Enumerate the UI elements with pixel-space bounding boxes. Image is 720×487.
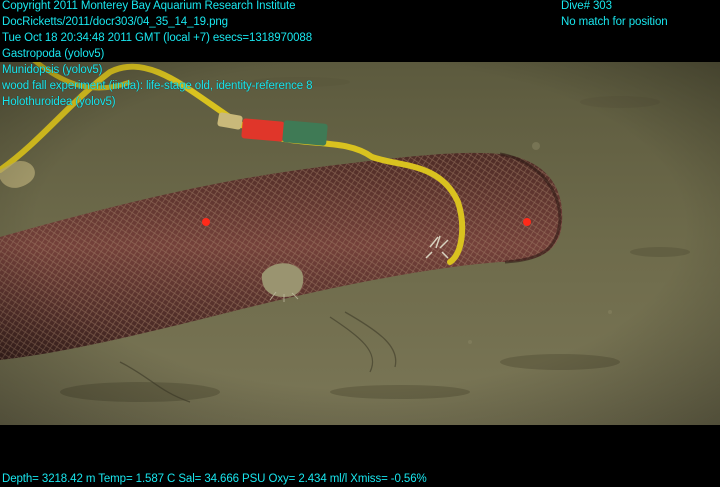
copyright-text: Copyright 2011 Monterey Bay Aquarium Res… — [2, 0, 296, 12]
dive-number: Dive# 303 — [561, 0, 612, 12]
annotation-wood-fall: wood fall experiment (iinda): life-stage… — [2, 80, 313, 92]
annotation-munidopsis: Munidopsis (yolov5) — [2, 64, 103, 76]
file-path-text: DocRicketts/2011/docr303/04_35_14_19.png — [2, 16, 228, 28]
seafloor-video-frame — [0, 62, 720, 425]
annotation-holothuroidea: Holothuroidea (yolov5) — [2, 96, 116, 108]
position-status: No match for position — [561, 16, 668, 28]
timestamp-text: Tue Oct 18 20:34:48 2011 GMT (local +7) … — [2, 32, 313, 44]
annotation-gastropoda: Gastropoda (yolov5) — [2, 48, 105, 60]
sensor-readout: Depth= 3218.42 m Temp= 1.587 C Sal= 34.6… — [2, 473, 427, 485]
overlay-text-block: Copyright 2011 Monterey Bay Aquarium Res… — [2, 0, 313, 110]
